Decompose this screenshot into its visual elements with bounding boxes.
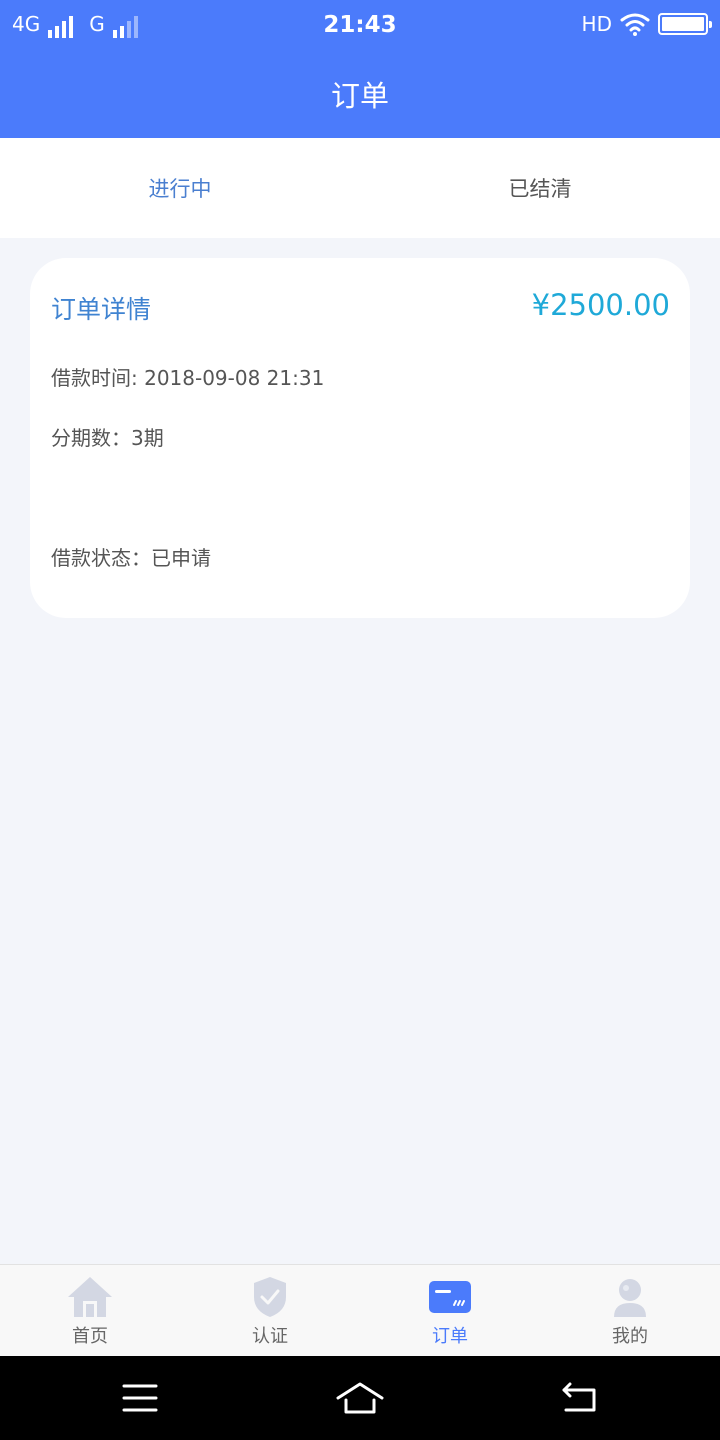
loan-status: 借款状态：已申请 xyxy=(51,546,211,570)
nav-item-home[interactable]: 首页 xyxy=(0,1265,180,1356)
tab-in-progress[interactable]: 进行中 xyxy=(0,138,360,238)
system-nav-bar xyxy=(0,1356,720,1440)
nav-label-verify: 认证 xyxy=(252,1326,288,1347)
page-title: 订单 xyxy=(330,79,389,113)
battery-icon xyxy=(658,13,712,35)
nav-item-verify[interactable]: 认证 xyxy=(180,1265,360,1356)
home-button-icon[interactable] xyxy=(334,1378,386,1418)
nav-item-mine[interactable]: 我的 xyxy=(540,1265,720,1356)
order-amount: ¥2500.00 xyxy=(531,288,670,322)
tab-settled[interactable]: 已结清 xyxy=(360,138,720,238)
nav-label-home: 首页 xyxy=(72,1326,108,1347)
hd-indicator: HD xyxy=(581,12,612,36)
wifi-icon xyxy=(620,13,650,36)
card-icon xyxy=(429,1281,471,1313)
home-icon xyxy=(68,1277,112,1317)
order-card[interactable]: 订单详情 ¥2500.00 借款时间: 2018-09-08 21:31 分期数… xyxy=(30,258,690,618)
order-card-title: 订单详情 xyxy=(51,295,152,324)
user-icon xyxy=(614,1279,646,1317)
app-bar: 订单 xyxy=(0,50,720,138)
installments: 分期数：3期 xyxy=(51,426,164,450)
nav-label-orders: 订单 xyxy=(432,1326,468,1347)
bottom-nav: 首页 认证 订单 我的 xyxy=(0,1264,720,1356)
back-icon[interactable] xyxy=(558,1378,602,1418)
status-bar: 4G G 21:43 HD xyxy=(0,0,720,50)
loan-time: 借款时间: 2018-09-08 21:31 xyxy=(51,366,325,390)
status-right: HD xyxy=(581,10,712,38)
shield-check-icon xyxy=(254,1277,286,1317)
nav-label-mine: 我的 xyxy=(612,1326,648,1347)
nav-item-orders[interactable]: 订单 xyxy=(360,1265,540,1356)
menu-icon[interactable] xyxy=(118,1378,162,1418)
order-tabs: 进行中 已结清 xyxy=(0,138,720,238)
